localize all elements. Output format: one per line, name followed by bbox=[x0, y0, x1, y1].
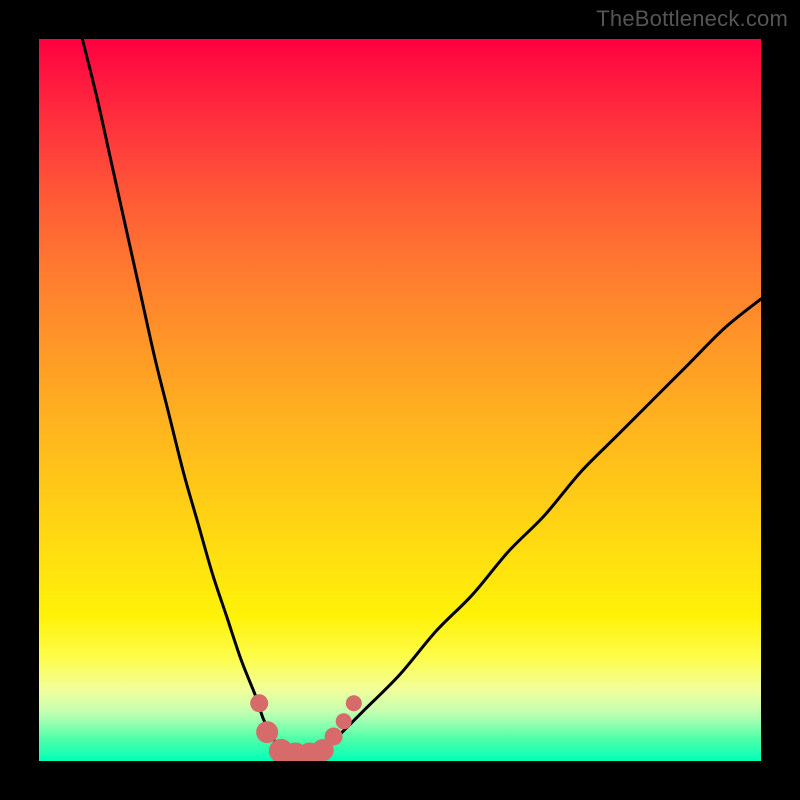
chart-svg bbox=[39, 39, 761, 761]
curve-group bbox=[82, 39, 761, 755]
bottleneck-curve bbox=[82, 39, 761, 755]
valley-marker bbox=[325, 727, 343, 745]
valley-marker bbox=[336, 713, 352, 729]
watermark-text: TheBottleneck.com bbox=[596, 6, 788, 32]
valley-marker bbox=[250, 694, 268, 712]
marker-group bbox=[250, 694, 362, 761]
chart-frame: TheBottleneck.com bbox=[0, 0, 800, 800]
valley-marker bbox=[256, 721, 278, 743]
valley-marker bbox=[346, 695, 362, 711]
plot-area bbox=[39, 39, 761, 761]
